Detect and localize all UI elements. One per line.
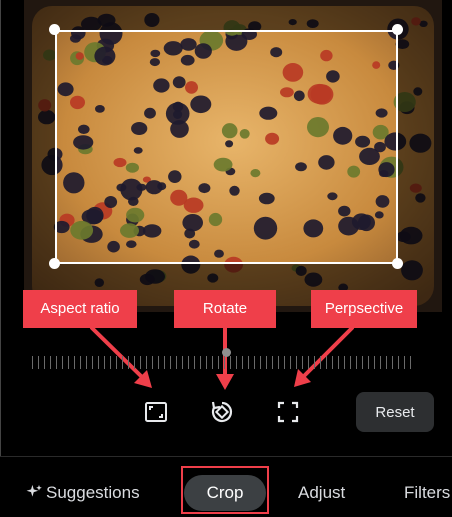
slider-tick [248, 356, 249, 369]
aspect-ratio-icon[interactable] [142, 398, 170, 426]
reset-button[interactable]: Reset [356, 392, 434, 432]
arrowhead-rotate [216, 374, 234, 390]
tab-filters[interactable]: Filters [404, 475, 450, 511]
slider-tick [284, 356, 285, 369]
slider-tick [278, 356, 279, 369]
slider-tick [170, 356, 171, 369]
slider-tick [44, 356, 45, 369]
slider-tick [344, 356, 345, 369]
slider-tick [158, 356, 159, 369]
slider-tick [116, 356, 117, 369]
slider-tick [50, 356, 51, 369]
slider-tick [266, 356, 267, 369]
slider-tick [92, 356, 93, 369]
slider-tick [254, 356, 255, 369]
slider-tick [320, 356, 321, 369]
slider-tick [302, 356, 303, 369]
slider-tick [98, 356, 99, 369]
slider-tick [68, 356, 69, 369]
slider-tick [218, 356, 219, 369]
slider-tick [134, 356, 135, 369]
slider-tick [272, 356, 273, 369]
perspective-icon[interactable] [274, 398, 302, 426]
slider-tick [380, 356, 381, 369]
rotation-slider[interactable] [32, 348, 418, 372]
slider-tick [242, 356, 243, 369]
slider-tick [338, 356, 339, 369]
slider-tick [56, 356, 57, 369]
slider-tick [350, 356, 351, 369]
slider-tick [224, 356, 225, 369]
slider-tick [182, 356, 183, 369]
slider-tick [104, 356, 105, 369]
sparkle-icon [26, 484, 42, 497]
slider-tick [32, 356, 33, 369]
slider-tick [290, 356, 291, 369]
slider-tick [356, 356, 357, 369]
crop-editor: Aspect ratio Rotate Perpsective Reset Su… [0, 0, 452, 517]
slider-tick [86, 356, 87, 369]
slider-tick [392, 356, 393, 369]
slider-tick [62, 356, 63, 369]
tab-suggestions[interactable]: Suggestions [26, 475, 140, 511]
slider-tick [404, 356, 405, 369]
tab-suggestions-label: Suggestions [46, 483, 140, 502]
slider-tick [236, 356, 237, 369]
slider-tick [80, 356, 81, 369]
slider-tick [74, 356, 75, 369]
slider-tick [362, 356, 363, 369]
crop-tab-highlight [181, 466, 269, 514]
slider-tick [128, 356, 129, 369]
slider-tick [122, 356, 123, 369]
slider-tick [110, 356, 111, 369]
rotate-icon[interactable] [208, 398, 236, 426]
callout-arrows [90, 326, 354, 390]
slider-tick [332, 356, 333, 369]
slider-tick [164, 356, 165, 369]
slider-tick [410, 356, 411, 369]
tab-adjust[interactable]: Adjust [298, 475, 345, 511]
slider-tick [326, 356, 327, 369]
slider-tick [386, 356, 387, 369]
slider-tick [296, 356, 297, 369]
slider-tick [140, 356, 141, 369]
slider-tick [200, 356, 201, 369]
slider-tick [212, 356, 213, 369]
slider-tick [188, 356, 189, 369]
slider-tick [176, 356, 177, 369]
slider-tick [314, 356, 315, 369]
slider-tick [308, 356, 309, 369]
slider-tick [230, 356, 231, 369]
slider-tick [206, 356, 207, 369]
slider-tick [38, 356, 39, 369]
slider-tick [260, 356, 261, 369]
slider-tick [368, 356, 369, 369]
slider-tick [152, 356, 153, 369]
slider-tick [398, 356, 399, 369]
slider-tick [374, 356, 375, 369]
slider-tick [146, 356, 147, 369]
slider-tick [194, 356, 195, 369]
